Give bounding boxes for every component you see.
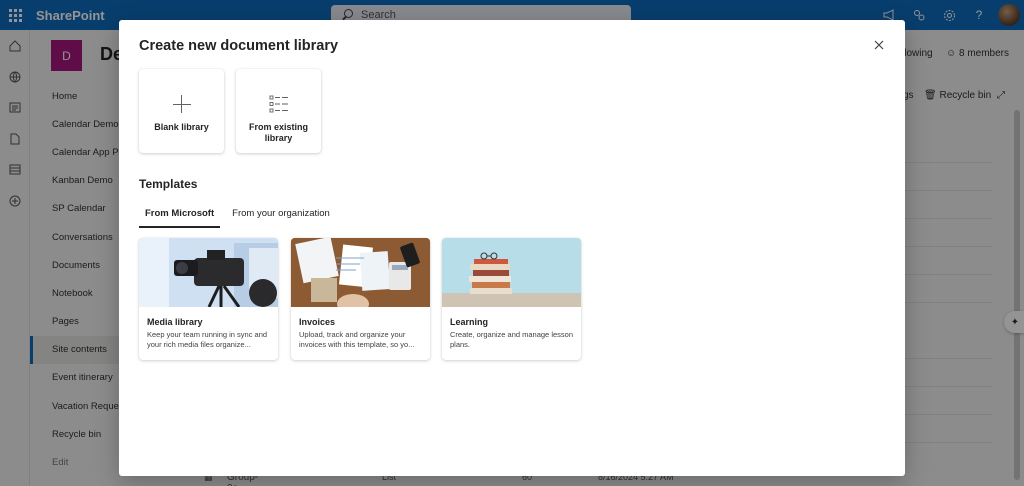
- create-library-dialog: Create new document library Blank librar…: [119, 20, 905, 476]
- template-card-invoices[interactable]: Invoices Upload, track and organize your…: [291, 238, 430, 360]
- template-name: Learning: [450, 317, 489, 327]
- templates-heading: Templates: [139, 177, 198, 191]
- from-existing-library-button[interactable]: From existing library: [236, 69, 321, 153]
- invoices-image: [291, 238, 430, 307]
- template-description: Keep your team running in sync and your …: [147, 330, 268, 349]
- template-name: Media library: [147, 317, 203, 327]
- tab-from-your-organization[interactable]: From your organization: [226, 206, 336, 228]
- learning-image: [442, 238, 581, 307]
- blank-library-button[interactable]: Blank library: [139, 69, 224, 153]
- close-button[interactable]: [871, 37, 887, 53]
- plus-icon: [172, 95, 191, 113]
- dialog-title: Create new document library: [139, 38, 339, 54]
- template-name: Invoices: [299, 317, 336, 327]
- template-card-learning[interactable]: Learning Create, organize and manage les…: [442, 238, 581, 360]
- close-icon: [874, 40, 884, 50]
- tab-from-microsoft[interactable]: From Microsoft: [139, 206, 221, 228]
- template-description: Upload, track and organize your invoices…: [299, 330, 415, 349]
- from-existing-library-label: From existing library: [248, 122, 308, 143]
- blank-library-label: Blank library: [154, 122, 209, 132]
- template-tabs: From Microsoft From your organization: [139, 206, 336, 228]
- template-description: Create, organize and manage lesson plans…: [450, 330, 573, 349]
- template-card-media-library[interactable]: Media library Keep your team running in …: [139, 238, 278, 360]
- media-library-image: [139, 238, 278, 307]
- list-icon: [269, 95, 288, 113]
